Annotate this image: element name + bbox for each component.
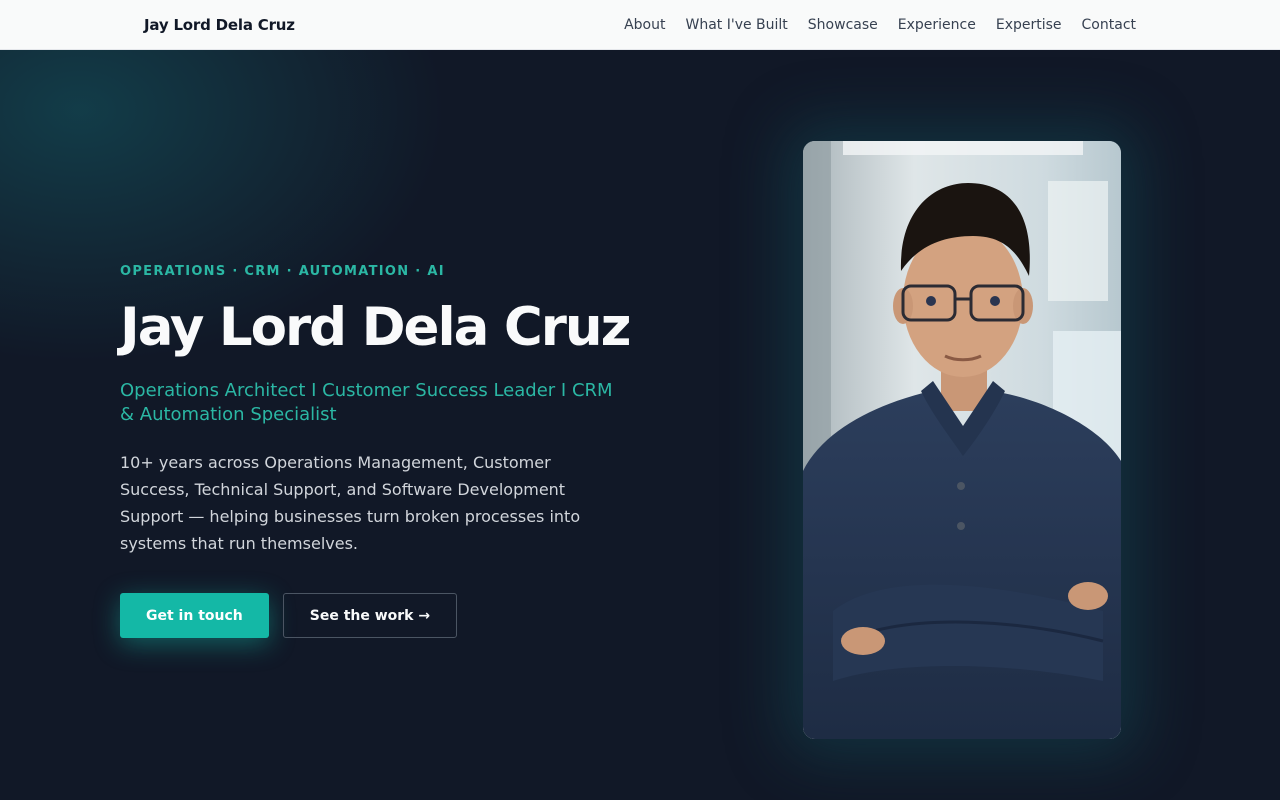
profile-photo [803,141,1121,739]
hero-content: OPERATIONS · CRM · AUTOMATION · AI Jay L… [120,264,640,639]
hero-eyebrow: OPERATIONS · CRM · AUTOMATION · AI [120,264,445,279]
brand-name[interactable]: Jay Lord Dela Cruz [144,16,295,34]
see-the-work-button[interactable]: See the work → [282,593,458,639]
nav-link-about[interactable]: About [624,17,665,33]
hero-tagline: Operations Architect I Customer Success … [120,380,613,426]
cta-row: Get in touch See the work → [120,593,640,639]
portrait-illustration [803,141,1121,739]
nav-link-experience[interactable]: Experience [898,17,976,33]
nav-link-contact[interactable]: Contact [1082,17,1136,33]
nav-link-showcase[interactable]: Showcase [808,17,878,33]
navbar: Jay Lord Dela Cruz About What I've Built… [0,0,1280,50]
nav-link-what-ive-built[interactable]: What I've Built [685,17,787,33]
nav-links: About What I've Built Showcase Experienc… [624,17,1136,33]
nav-link-expertise[interactable]: Expertise [996,17,1062,33]
hero-description: 10+ years across Operations Management, … [120,453,581,554]
hero-title: Jay Lord Dela Cruz [120,297,632,358]
hero-section: OPERATIONS · CRM · AUTOMATION · AI Jay L… [0,50,1280,800]
get-in-touch-button[interactable]: Get in touch [120,593,269,639]
